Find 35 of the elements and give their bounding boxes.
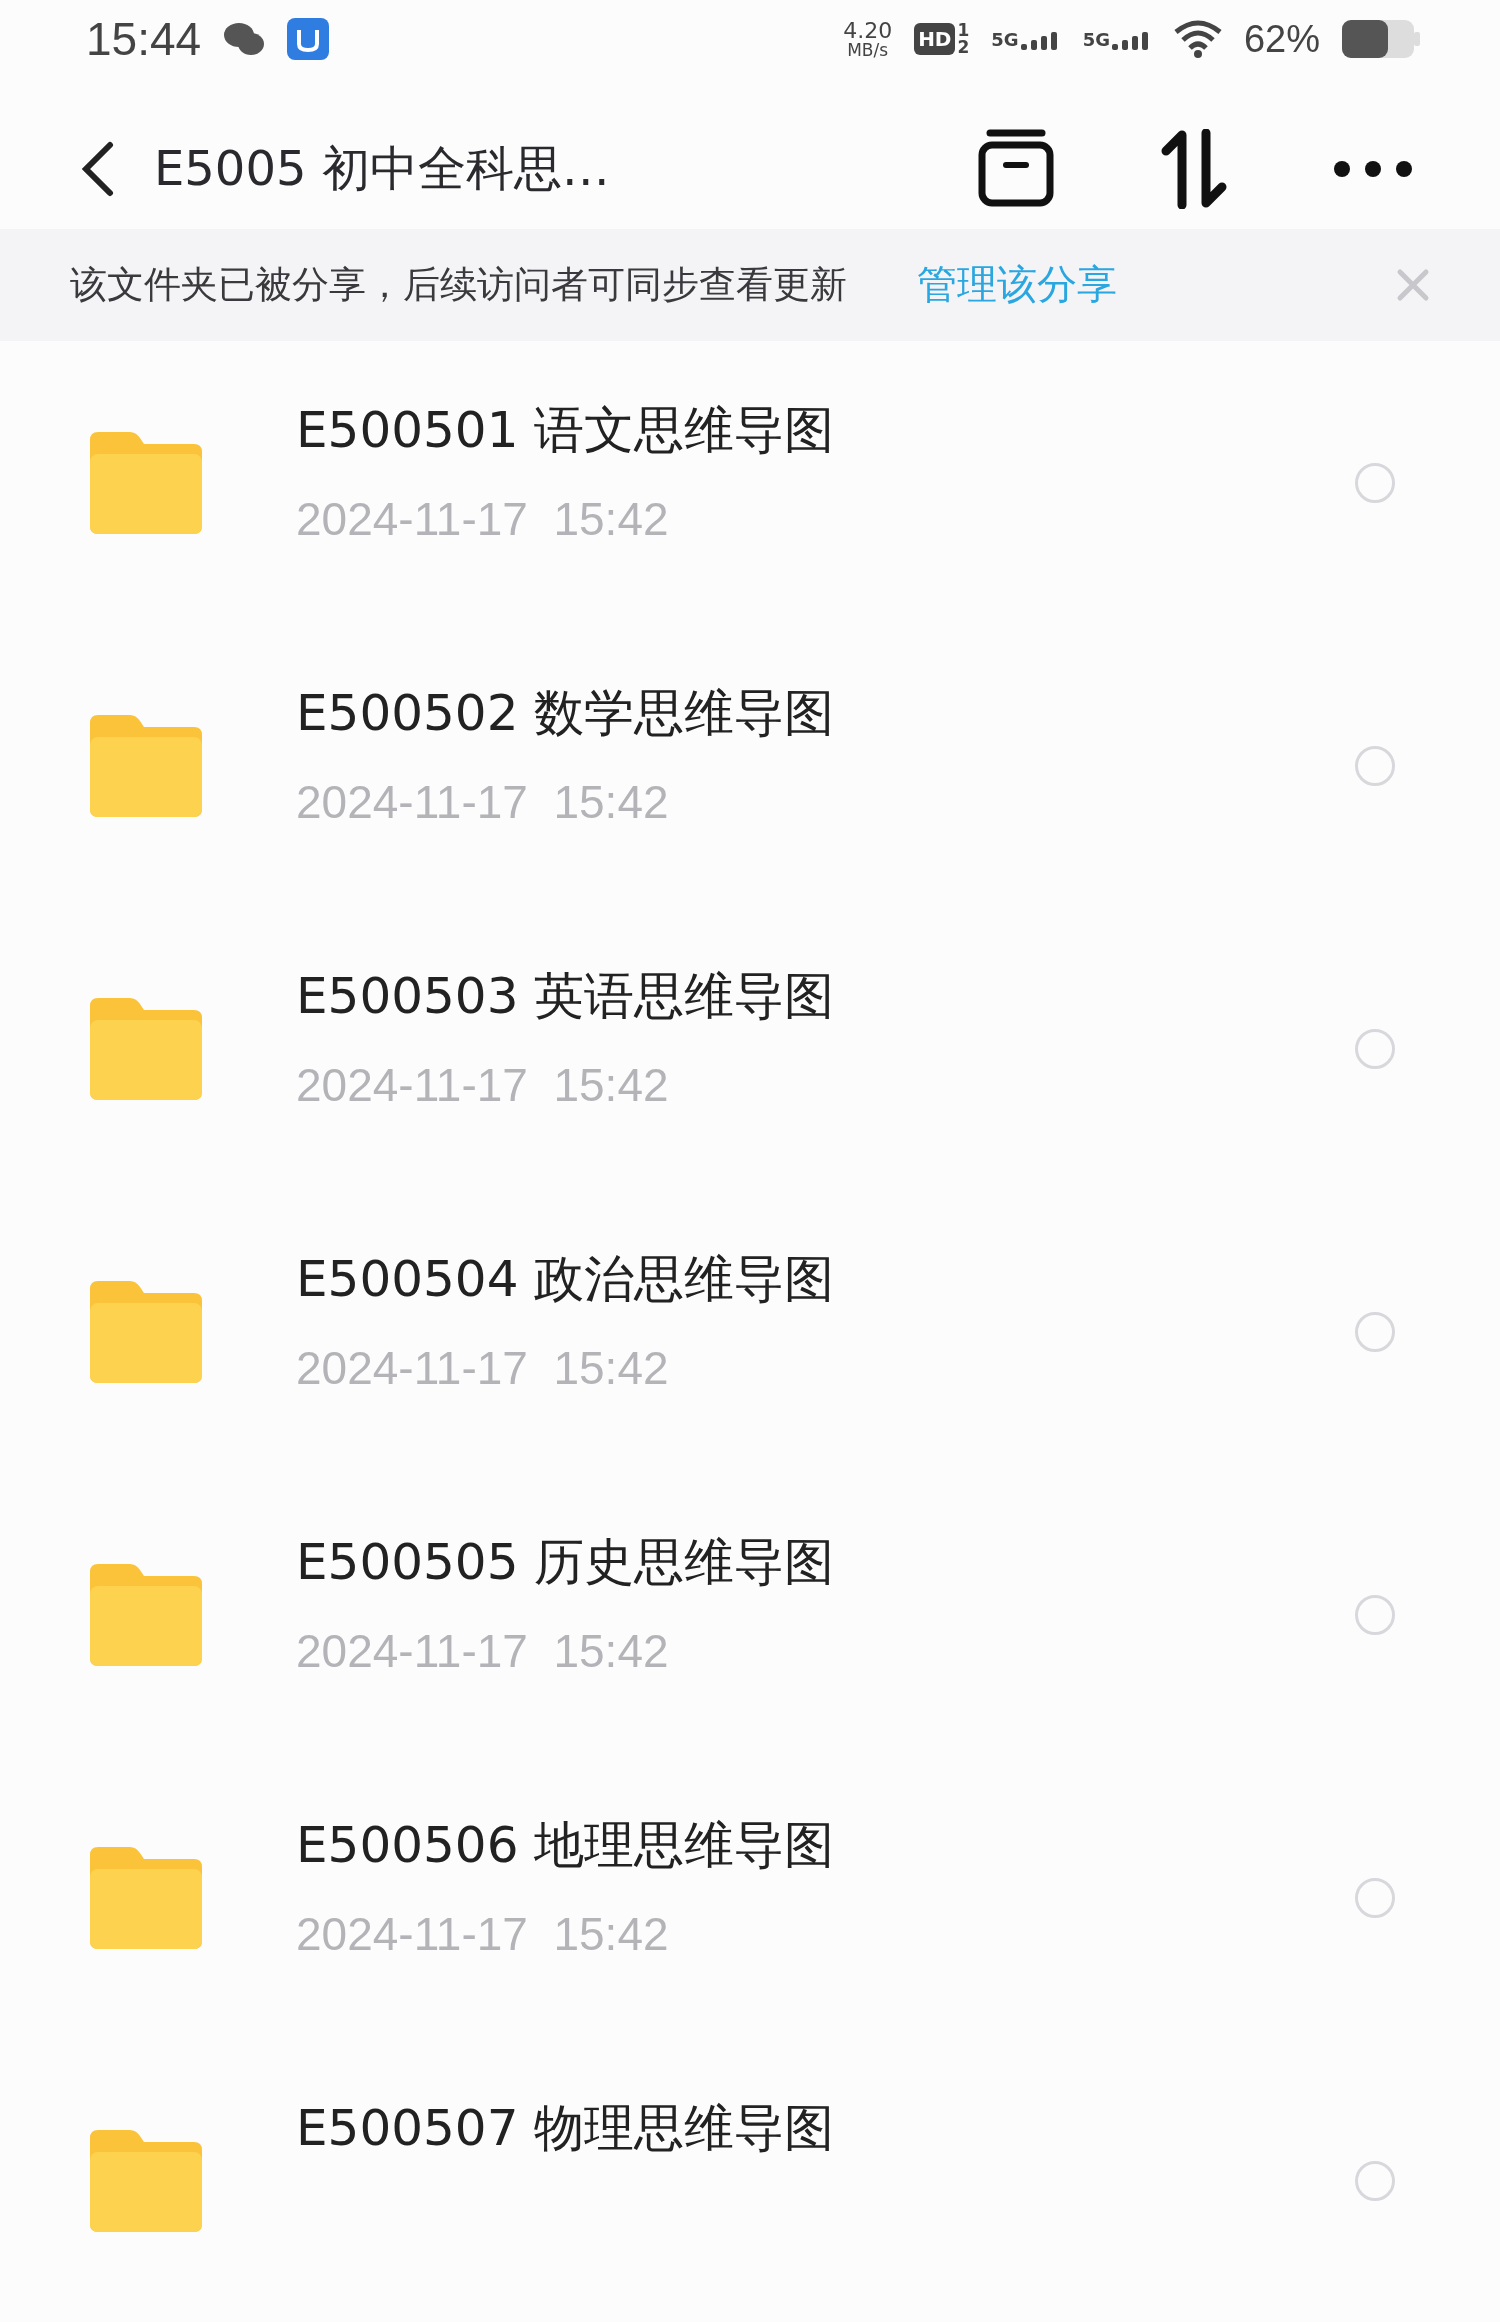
share-notice: 该文件夹已被分享，后续访问者可同步查看更新 — [70, 261, 847, 308]
battery-icon — [1342, 20, 1420, 59]
folder-date: 2024-11-17 15:42 — [296, 775, 670, 829]
select-radio[interactable] — [1355, 1028, 1395, 1069]
folder-title: E5005 初中全科思… — [154, 138, 611, 198]
folder-date: 2024-11-17 15:42 — [296, 1907, 670, 1961]
back-icon[interactable] — [80, 140, 114, 197]
folder-name[interactable]: E500507 物理思维导图 — [296, 2095, 1355, 2162]
folder-date: 2024-11-17 15:42 — [296, 1058, 670, 1112]
folder-name[interactable]: E500501 语文思维导图 — [296, 397, 1355, 464]
folder-name[interactable]: E500504 政治思维导图 — [296, 1246, 1355, 1313]
cell-signal: 5G — [991, 28, 1061, 50]
folder-date: 2024-11-17 15:42 — [296, 1341, 670, 1395]
folder-name[interactable]: E500503 英语思维导图 — [296, 963, 1355, 1030]
folder-name[interactable]: E500505 历史思维导图 — [296, 1529, 1355, 1596]
select-radio[interactable] — [1355, 462, 1395, 503]
chat-icon — [223, 21, 266, 58]
archive-button[interactable] — [976, 128, 1056, 209]
folder-name[interactable]: E500502 数学思维导图 — [296, 680, 1355, 747]
close-icon[interactable] — [1396, 267, 1430, 302]
select-radio[interactable] — [1355, 1311, 1395, 1352]
folder-name[interactable]: E500506 地理思维导图 — [296, 1812, 1355, 1879]
more-button[interactable] — [1332, 158, 1414, 179]
network-speed: 4.20 MB/s — [843, 19, 893, 59]
select-radio[interactable] — [1355, 2160, 1395, 2201]
select-radio[interactable] — [1355, 1594, 1395, 1635]
app-icon — [287, 18, 330, 61]
folder-date: 2024-11-17 15:42 — [296, 1624, 670, 1678]
select-radio[interactable] — [1355, 745, 1395, 786]
folder-date: 2024-11-17 15:42 — [296, 492, 670, 546]
status-time: 15:44 — [86, 12, 202, 67]
cell-signal: 5G — [1082, 28, 1152, 50]
select-radio[interactable] — [1355, 1877, 1395, 1918]
battery-percent: 62% — [1243, 17, 1320, 61]
wifi-icon — [1173, 20, 1222, 59]
